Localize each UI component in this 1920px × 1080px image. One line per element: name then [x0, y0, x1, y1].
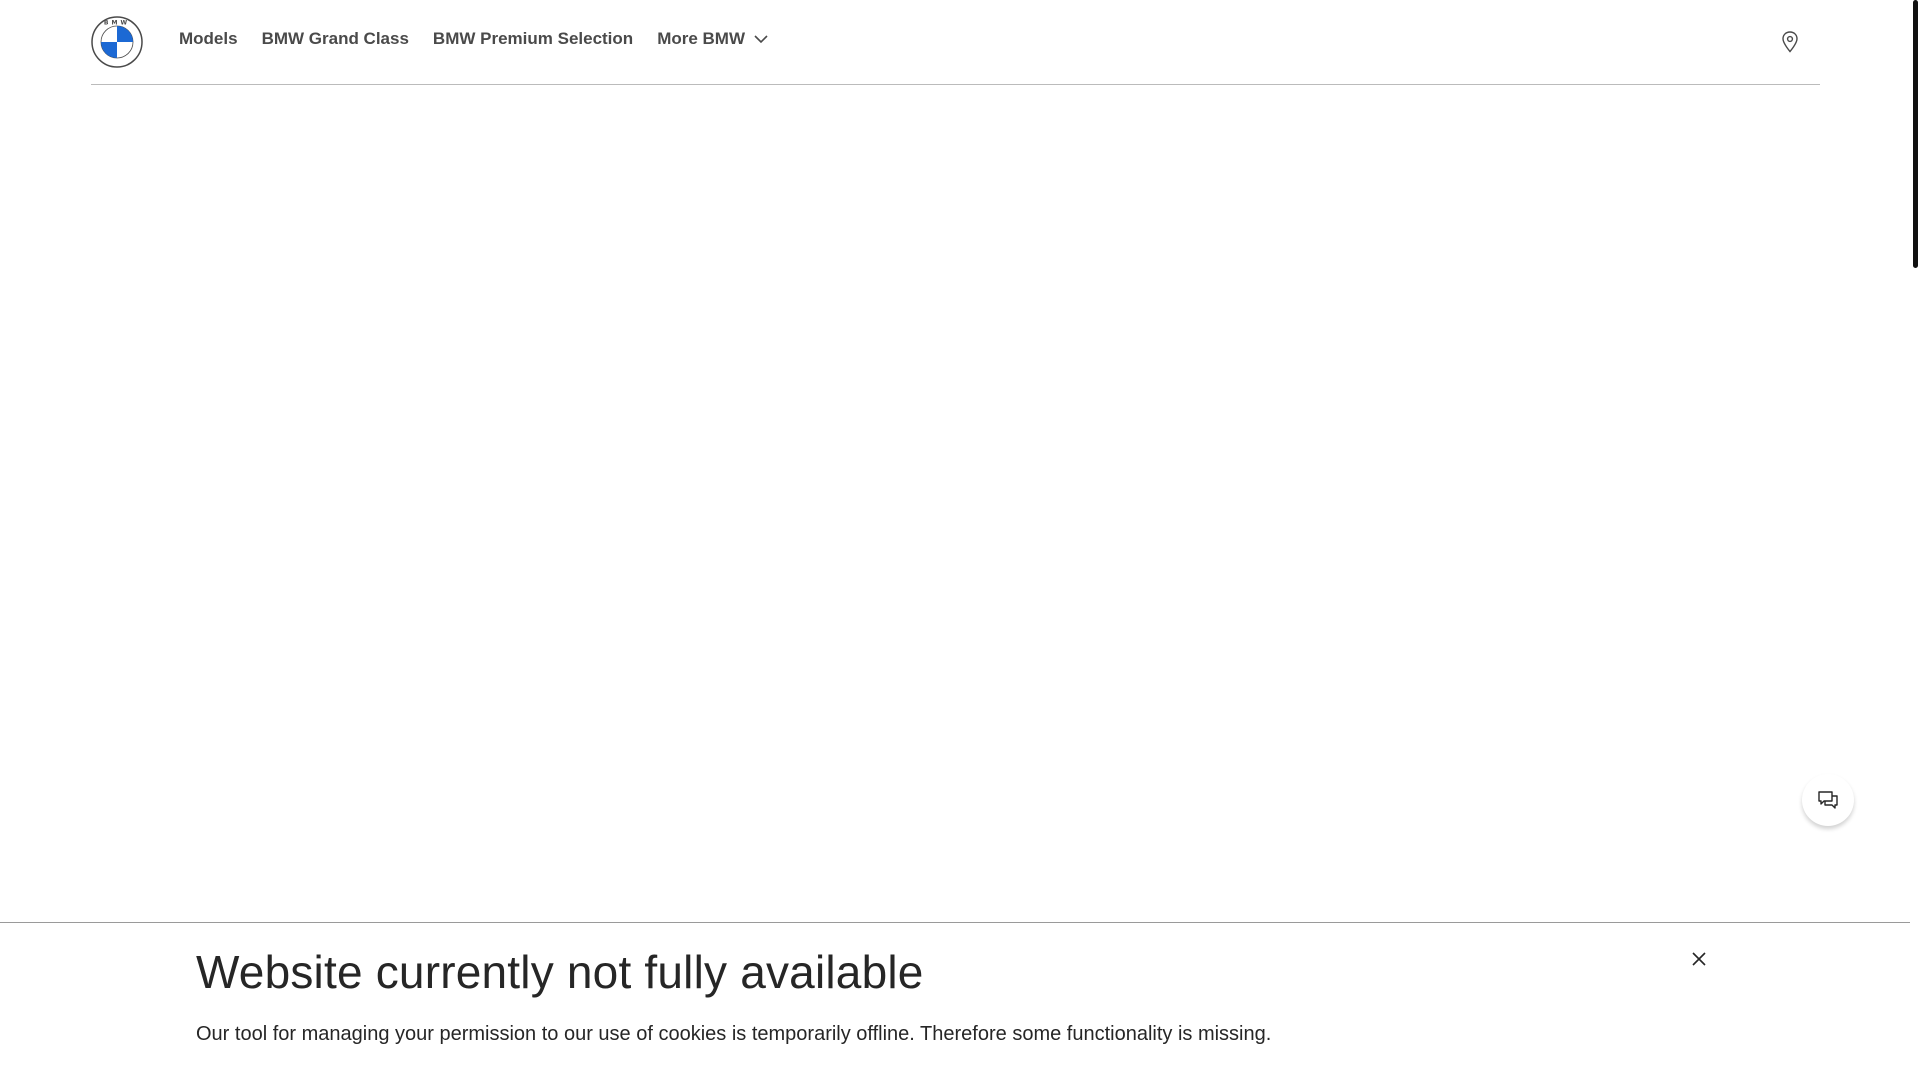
scrollbar-thumb[interactable] [1913, 0, 1918, 268]
page: BMW Models BMW Grand Class BMW Premium S… [0, 0, 1920, 1080]
close-icon[interactable] [1688, 948, 1710, 970]
chevron-down-icon [754, 35, 768, 44]
banner-text: Our tool for managing your permission to… [196, 1023, 1272, 1045]
nav-models[interactable]: Models [179, 29, 238, 49]
scrollbar[interactable] [1910, 0, 1920, 1080]
nav-bmw-premium-selection[interactable]: BMW Premium Selection [433, 29, 633, 49]
chat-bubbles-icon [1818, 791, 1838, 809]
chat-button[interactable] [1802, 774, 1854, 826]
map-pin-icon[interactable] [1781, 31, 1799, 53]
nav-more-bmw-label: More BMW [657, 29, 746, 48]
nav-models-label: Models [179, 29, 238, 48]
cookie-notice-banner: Website currently not fully available Ou… [0, 922, 1910, 1080]
nav-bmw-grand-class[interactable]: BMW Grand Class [262, 29, 409, 49]
svg-text:BMW: BMW [104, 20, 130, 27]
bmw-logo[interactable]: BMW [91, 16, 143, 68]
site-header: BMW Models BMW Grand Class BMW Premium S… [91, 0, 1820, 85]
main-nav: Models BMW Grand Class BMW Premium Selec… [179, 29, 793, 49]
nav-premium-selection-label: BMW Premium Selection [432, 29, 634, 48]
nav-grand-class-label: BMW Grand Class [261, 29, 409, 48]
banner-title: Website currently not fully available [196, 946, 924, 998]
nav-more-bmw[interactable]: More BMW [657, 29, 769, 49]
